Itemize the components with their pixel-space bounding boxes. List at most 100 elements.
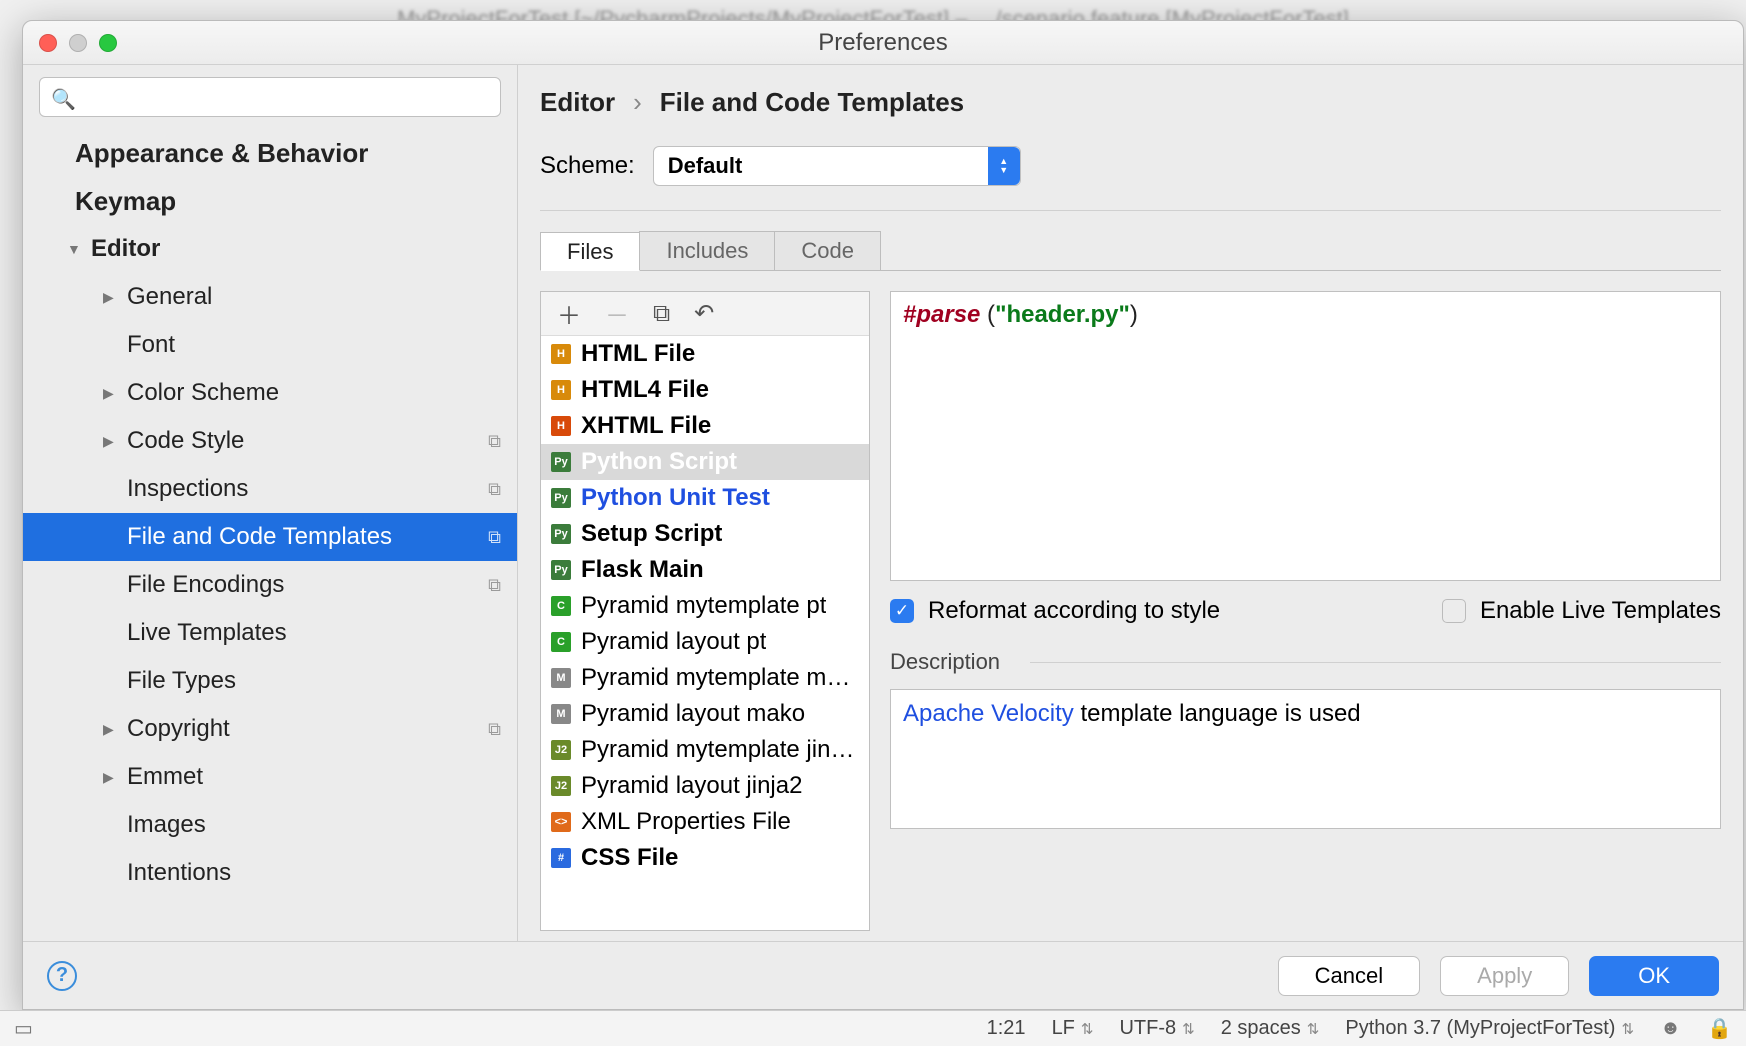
help-button[interactable]: ? <box>47 961 77 991</box>
velocity-link[interactable]: Apache Velocity <box>903 700 1074 727</box>
dialog-footer: ? Cancel Apply OK <box>23 941 1743 1009</box>
status-bar: ▭ 1:21 LF UTF-8 2 spaces Python 3.7 (MyP… <box>0 1010 1746 1046</box>
dialog-title: Preferences <box>23 29 1743 57</box>
sidebar-item-code-style[interactable]: ▶Code Style⧉ <box>23 417 517 465</box>
ide-status-icon[interactable]: ☻ <box>1660 1017 1681 1040</box>
chevron-right-icon: ▶ <box>103 289 127 306</box>
scheme-icon: ⧉ <box>488 431 501 452</box>
template-toolbar: ＋ － ⧉ ↶ <box>541 292 869 336</box>
template-name: CSS File <box>581 844 678 872</box>
scheme-icon: ⧉ <box>488 479 501 500</box>
scheme-select[interactable]: Default <box>653 146 1021 186</box>
code-string: "header.py" <box>995 301 1130 328</box>
template-item[interactable]: M Pyramid mytemplate mako <box>541 660 869 696</box>
breadcrumb-leaf: File and Code Templates <box>660 87 964 118</box>
file-type-icon: H <box>551 416 571 436</box>
template-item[interactable]: <>XML Properties File <box>541 804 869 840</box>
template-item[interactable]: PyPython Script <box>541 444 869 480</box>
sidebar-item-color-scheme[interactable]: ▶Color Scheme <box>23 369 517 417</box>
template-editor[interactable]: #parse ("header.py") <box>890 291 1721 581</box>
template-name: Pyramid mytemplate mako <box>581 664 859 692</box>
python-interpreter[interactable]: Python 3.7 (MyProjectForTest) <box>1345 1017 1634 1040</box>
code-directive: #parse <box>903 301 980 328</box>
scheme-value: Default <box>654 153 757 179</box>
template-name: Pyramid mytemplate jinja2 <box>581 736 859 764</box>
chevron-right-icon: › <box>633 87 642 118</box>
file-type-icon: Py <box>551 488 571 508</box>
template-name: HTML File <box>581 340 695 368</box>
settings-sidebar: 🔍 Appearance & Behavior Keymap ▼Editor ▶… <box>23 65 518 941</box>
file-type-icon: H <box>551 344 571 364</box>
scheme-icon: ⧉ <box>488 719 501 740</box>
reformat-checkbox[interactable]: ✓ <box>890 599 914 623</box>
titlebar: Preferences <box>23 21 1743 65</box>
template-item[interactable]: Py Python Unit Test <box>541 480 869 516</box>
sidebar-item-file-encodings[interactable]: File Encodings⧉ <box>23 561 517 609</box>
template-item[interactable]: PySetup Script <box>541 516 869 552</box>
reformat-label: Reformat according to style <box>928 597 1220 625</box>
remove-icon: － <box>605 296 629 331</box>
scheme-icon: ⧉ <box>488 575 501 596</box>
sidebar-item-images[interactable]: Images <box>23 801 517 849</box>
chevron-down-icon: ▼ <box>67 241 91 257</box>
template-item[interactable]: HHTML4 File <box>541 372 869 408</box>
file-type-icon: # <box>551 848 571 868</box>
template-item[interactable]: H XHTML File <box>541 408 869 444</box>
template-name: Pyramid mytemplate pt <box>581 592 826 620</box>
file-type-icon: M <box>551 668 571 688</box>
sidebar-item-live-templates[interactable]: Live Templates <box>23 609 517 657</box>
template-item[interactable]: PyFlask Main <box>541 552 869 588</box>
live-templates-checkbox[interactable] <box>1442 599 1466 623</box>
sidebar-item-general[interactable]: ▶General <box>23 273 517 321</box>
template-item[interactable]: H HTML File <box>541 336 869 372</box>
add-icon[interactable]: ＋ <box>557 296 581 331</box>
copy-icon[interactable]: ⧉ <box>653 300 670 328</box>
sidebar-item-font[interactable]: Font <box>23 321 517 369</box>
tab-includes[interactable]: Includes <box>639 231 775 270</box>
search-icon: 🔍 <box>51 87 76 112</box>
ok-button[interactable]: OK <box>1589 956 1719 996</box>
template-tabs: Files Includes Code <box>540 231 1721 271</box>
indent[interactable]: 2 spaces <box>1221 1017 1320 1040</box>
tab-files[interactable]: Files <box>540 232 640 271</box>
search-input[interactable] <box>39 77 501 117</box>
template-item[interactable]: J2Pyramid layout jinja2 <box>541 768 869 804</box>
template-name: XML Properties File <box>581 808 791 836</box>
template-name: Python Script <box>581 448 737 476</box>
sidebar-item-keymap[interactable]: Keymap <box>23 177 517 225</box>
sidebar-item-emmet[interactable]: ▶Emmet <box>23 753 517 801</box>
sidebar-item-editor[interactable]: ▼Editor <box>23 225 517 273</box>
template-name: XHTML File <box>581 412 711 440</box>
sidebar-item-intentions[interactable]: Intentions <box>23 849 517 897</box>
template-item[interactable]: J2Pyramid mytemplate jinja2 <box>541 732 869 768</box>
template-item[interactable]: # CSS File <box>541 840 869 876</box>
file-type-icon: Py <box>551 560 571 580</box>
breadcrumb: Editor › File and Code Templates <box>540 87 1721 118</box>
sidebar-item-file-code-templates[interactable]: File and Code Templates⧉ <box>23 513 517 561</box>
line-ending[interactable]: LF <box>1052 1017 1094 1040</box>
tab-code[interactable]: Code <box>774 231 881 270</box>
sidebar-item-file-types[interactable]: File Types <box>23 657 517 705</box>
cancel-button[interactable]: Cancel <box>1278 956 1420 996</box>
breadcrumb-root[interactable]: Editor <box>540 87 615 118</box>
encoding[interactable]: UTF-8 <box>1119 1017 1194 1040</box>
template-item[interactable]: MPyramid layout mako <box>541 696 869 732</box>
file-type-icon: C <box>551 596 571 616</box>
settings-main: Editor › File and Code Templates Scheme:… <box>518 65 1743 941</box>
settings-tree[interactable]: Appearance & Behavior Keymap ▼Editor ▶Ge… <box>23 129 517 941</box>
scheme-icon: ⧉ <box>488 527 501 548</box>
template-item[interactable]: CPyramid layout pt <box>541 624 869 660</box>
description-label: Description <box>890 649 1721 675</box>
lock-icon[interactable]: 🔒 <box>1707 1016 1732 1041</box>
sidebar-item-inspections[interactable]: Inspections⧉ <box>23 465 517 513</box>
template-list[interactable]: HHTML FileHHTML4 FileHXHTML FilePyPython… <box>541 336 869 930</box>
project-view-icon[interactable]: ▭ <box>14 1016 33 1041</box>
caret-position[interactable]: 1:21 <box>987 1017 1026 1040</box>
template-item[interactable]: C Pyramid mytemplate pt <box>541 588 869 624</box>
chevron-right-icon: ▶ <box>103 433 127 450</box>
sidebar-item-copyright[interactable]: ▶Copyright⧉ <box>23 705 517 753</box>
template-name: Python Unit Test <box>581 484 770 512</box>
apply-button: Apply <box>1440 956 1569 996</box>
revert-icon[interactable]: ↶ <box>694 299 714 328</box>
sidebar-item-appearance[interactable]: Appearance & Behavior <box>23 129 517 177</box>
